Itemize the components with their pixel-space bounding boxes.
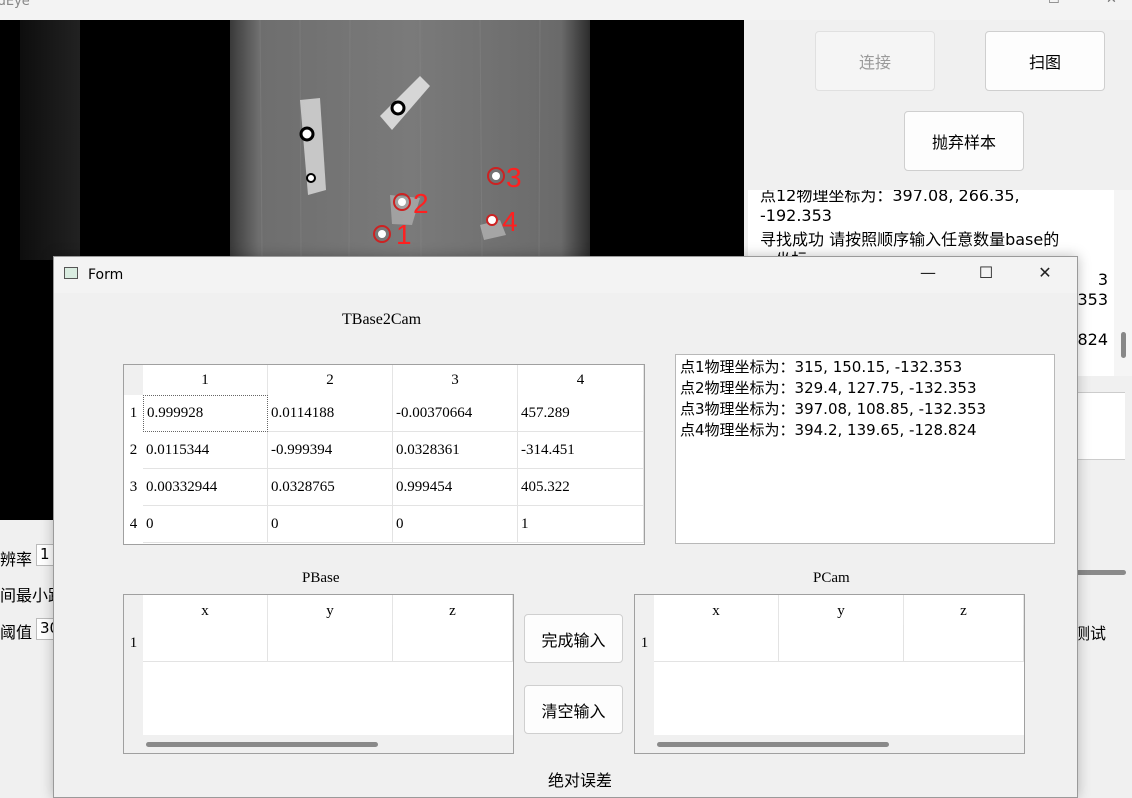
- table-corner: [124, 365, 143, 395]
- resolution-input[interactable]: 1: [36, 544, 54, 566]
- table-cell[interactable]: [779, 625, 904, 662]
- column-header[interactable]: z: [904, 595, 1024, 625]
- table-cell[interactable]: -0.00370664: [393, 395, 518, 432]
- test-button[interactable]: 测试: [1074, 620, 1106, 644]
- row-header[interactable]: 1: [124, 625, 143, 662]
- scan-button[interactable]: 扫图: [985, 31, 1105, 91]
- resolution-label: 辨率: [0, 550, 33, 569]
- table-cell[interactable]: [143, 625, 268, 662]
- right-panel-scrollbar-thumb[interactable]: [1076, 570, 1126, 575]
- marker-label-3: 3: [506, 162, 522, 193]
- horizontal-scrollbar-thumb[interactable]: [146, 742, 378, 747]
- pbase-table[interactable]: x y z 1: [123, 594, 514, 754]
- marker-label-1: 1: [396, 219, 412, 250]
- table-cell[interactable]: 0: [393, 506, 518, 543]
- column-header[interactable]: 1: [143, 365, 268, 395]
- table-cell[interactable]: 0.0328361: [393, 432, 518, 469]
- main-titlebar: [0, 0, 1132, 20]
- horizontal-scrollbar-thumb[interactable]: [657, 742, 889, 747]
- table-cell[interactable]: [268, 625, 393, 662]
- table-cell[interactable]: [393, 625, 513, 662]
- coord-line: 点3物理坐标为：397.08, 108.85, -132.353: [680, 400, 987, 418]
- coord-line: 点1物理坐标为：315, 150.15, -132.353: [680, 358, 963, 376]
- secondary-textbox[interactable]: [1076, 392, 1125, 460]
- table-cell[interactable]: 457.289: [518, 395, 644, 432]
- maximize-icon[interactable]: ☐: [966, 263, 1006, 285]
- pbase-title: PBase: [302, 570, 340, 586]
- absolute-error-label: 绝对误差: [548, 771, 613, 790]
- form-dialog: Form — ☐ ✕ TBase2Cam 1 2 3 4 1 2 3 4 0.9…: [53, 256, 1078, 798]
- table-cell[interactable]: 0.0114188: [268, 395, 393, 432]
- row-header[interactable]: 1: [635, 625, 654, 662]
- coord-line: 点2物理坐标为：329.4, 127.75, -132.353: [680, 379, 977, 397]
- column-header[interactable]: 2: [268, 365, 393, 395]
- column-header[interactable]: z: [393, 595, 513, 625]
- coord-line: 点4物理坐标为：394.2, 139.65, -128.824: [680, 421, 977, 439]
- row-header[interactable]: 3: [124, 469, 143, 506]
- tbase2cam-table[interactable]: 1 2 3 4 1 2 3 4 0.999928 0.0114188 -0.00…: [123, 364, 645, 545]
- table-cell[interactable]: -314.451: [518, 432, 644, 469]
- row-header[interactable]: 1: [124, 395, 143, 432]
- threshold-input[interactable]: 30: [36, 618, 59, 640]
- table-vertical-header-area: [635, 595, 654, 753]
- column-header[interactable]: 3: [393, 365, 518, 395]
- row-header[interactable]: 4: [124, 506, 143, 543]
- main-close-icon[interactable]: ✕: [1106, 0, 1117, 7]
- tbase2cam-title: TBase2Cam: [342, 311, 422, 328]
- form-title: Form: [88, 267, 124, 283]
- table-cell[interactable]: 0.0328765: [268, 469, 393, 506]
- clear-input-button[interactable]: 清空输入: [524, 685, 623, 734]
- column-header[interactable]: 4: [518, 365, 644, 395]
- main-maximize-icon[interactable]: ☐: [1048, 0, 1060, 7]
- table-cell[interactable]: 0.999928: [143, 395, 268, 432]
- connect-button[interactable]: 连接: [815, 31, 935, 91]
- table-cell[interactable]: 0.00332944: [143, 469, 268, 506]
- log-line: 点12物理坐标为：397.08, 266.35,: [760, 190, 1020, 205]
- table-cell[interactable]: [904, 625, 1024, 662]
- table-cell[interactable]: 0.999454: [393, 469, 518, 506]
- log-scrollbar-thumb[interactable]: [1121, 332, 1126, 358]
- finish-input-button[interactable]: 完成输入: [524, 614, 623, 663]
- table-cell[interactable]: 1: [518, 506, 644, 543]
- pcam-title: PCam: [813, 570, 850, 586]
- column-header[interactable]: y: [779, 595, 904, 625]
- log-line: 寻找成功 请按照顺序输入任意数量base的: [760, 230, 1060, 249]
- table-cell[interactable]: 405.322: [518, 469, 644, 506]
- table-cell[interactable]: 0.0115344: [143, 432, 268, 469]
- minimize-icon[interactable]: —: [908, 263, 948, 285]
- table-cell[interactable]: [654, 625, 779, 662]
- pcam-table[interactable]: x y z 1: [634, 594, 1025, 754]
- column-header[interactable]: y: [268, 595, 393, 625]
- main-minimize-icon[interactable]: —: [990, 0, 1003, 7]
- close-icon[interactable]: ✕: [1025, 263, 1065, 285]
- form-app-icon: [64, 267, 78, 279]
- marker-label-2: 2: [413, 188, 429, 219]
- column-header[interactable]: x: [654, 595, 779, 625]
- main-window-title: ldEye: [0, 0, 30, 9]
- table-cell[interactable]: 0: [143, 506, 268, 543]
- row-header[interactable]: 2: [124, 432, 143, 469]
- threshold-label: 阈值: [0, 623, 33, 642]
- table-vertical-header-area: [124, 595, 143, 753]
- discard-sample-button[interactable]: 抛弃样本: [904, 111, 1024, 171]
- column-header[interactable]: x: [143, 595, 268, 625]
- table-cell[interactable]: -0.999394: [268, 432, 393, 469]
- physical-coords-textbox[interactable]: 点1物理坐标为：315, 150.15, -132.353 点2物理坐标为：32…: [675, 354, 1055, 544]
- log-line: -192.353: [760, 206, 832, 225]
- table-cell[interactable]: 0: [268, 506, 393, 543]
- marker-label-4: 4: [502, 206, 518, 237]
